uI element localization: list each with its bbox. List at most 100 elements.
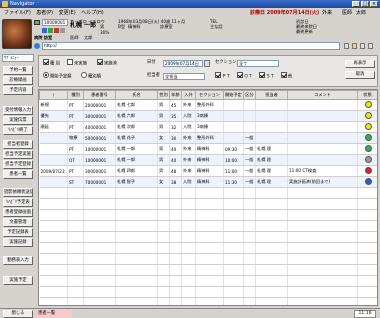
other-option[interactable]: 他 [281, 72, 292, 81]
unfinished-option[interactable]: 未実施 [67, 59, 87, 68]
pt-option[interactable]: ＰＴ [215, 72, 231, 81]
sidebar-button-record[interactable]: 診療録画 [3, 76, 33, 85]
empty-cell [357, 231, 377, 243]
sidebar-button-patient-list[interactable]: 患者一覧 [3, 170, 33, 179]
sidebar-button-schedule[interactable]: 予定内容 [3, 86, 33, 95]
st-option[interactable]: ＳＴ [259, 72, 275, 81]
col-status[interactable]: 状態 [357, 90, 377, 100]
cell-comment [287, 154, 358, 166]
sort-type-radio[interactable] [81, 72, 87, 78]
ot-option[interactable]: ＯＴ [237, 72, 253, 81]
col-name[interactable]: 氏名 [115, 90, 158, 100]
table-row[interactable]: ST 70000001 札幌 智子女 38 入院 精神科 11:30 一般 札幌 理実施計画済(… [39, 176, 377, 188]
menu-file[interactable]: ファイル(F) [4, 8, 31, 18]
sort-type-option[interactable]: 種別順 [81, 72, 101, 81]
patient-address: 主な話 [210, 24, 223, 29]
col-patient-id[interactable]: 患者番号 [83, 90, 116, 100]
sidebar-button-reception[interactable]: 受付情報入力 [3, 106, 33, 115]
pt-checkbox[interactable] [215, 72, 221, 78]
empty-cell [67, 242, 84, 254]
empty-cell [115, 187, 158, 199]
maximize-button[interactable]: □ [361, 1, 369, 7]
sidebar-button-staff-schedule[interactable]: 担当予定登録 [3, 160, 33, 169]
stop-icon[interactable] [54, 28, 59, 33]
calendar-icon[interactable] [204, 60, 210, 67]
empty-cell [357, 286, 377, 298]
col-comment[interactable]: コメント [287, 90, 358, 100]
table-row[interactable]: 順延 PT 40000001 札幌 次郎男 32 入院 3病棟 [39, 121, 377, 133]
col-sex[interactable]: 性別 [157, 90, 170, 100]
sort-scheduled-radio[interactable] [43, 72, 49, 78]
print-icon[interactable] [360, 43, 365, 49]
cell-age: 40 [169, 143, 182, 155]
ot-checkbox[interactable] [237, 72, 243, 78]
empty-cell [157, 275, 170, 287]
status-indicator-icon [364, 167, 372, 174]
sidebar-button-documents[interactable]: 文書管理 [3, 218, 33, 227]
empty-cell [255, 231, 288, 243]
date-input[interactable]: 2009年07月14日 [163, 60, 203, 67]
section-select[interactable]: 全て [237, 60, 279, 67]
col-age[interactable]: 年齢 [169, 90, 182, 100]
sidebar-button-slip[interactable]: 実施伝票 [3, 116, 33, 125]
col-flag[interactable]: ! [39, 90, 68, 100]
finished-checkbox[interactable] [97, 59, 103, 65]
sidebar-button-reservation-list[interactable]: 予約一覧 [3, 66, 33, 75]
title-bar: Navigator _ □ × [0, 0, 380, 8]
sidebar-button-shift[interactable]: 勤務表入力 [3, 256, 33, 265]
url-input[interactable]: http:// [42, 42, 340, 50]
empty-cell [243, 198, 256, 210]
table-row[interactable]: OT 10000001 札幌 一郎男 40 外来 精神科 10:00 一般 札幌 理 [39, 154, 377, 166]
home-icon[interactable] [60, 28, 65, 33]
menu-patient[interactable]: 患者(P) [36, 8, 53, 18]
menu-help[interactable]: ヘルプ(H) [81, 8, 104, 18]
unfinished-checkbox[interactable] [67, 59, 73, 65]
sidebar-button-rehab-end[interactable]: ﾘﾊﾋﾞﾘ終了 [3, 126, 33, 135]
st-checkbox[interactable] [259, 72, 265, 78]
table-row[interactable]: PT 10000001 札幌 一郎男 40 外来 精神科 09:30 一般 札幌 理 [39, 143, 377, 155]
minimize-button[interactable]: _ [352, 1, 360, 7]
col-section[interactable]: セクション [195, 90, 224, 100]
col-staff[interactable]: 担当者 [255, 90, 288, 100]
empty-cell [181, 198, 196, 210]
cell-section: 精神科 [195, 143, 224, 155]
col-inout[interactable]: 入外 [181, 90, 196, 100]
sidebar-button-plan-record[interactable]: 予定記録表 [3, 228, 33, 237]
submenu-dropdown[interactable]: ｻﾌﾞﾒﾆｭｰ [2, 54, 34, 62]
table-row[interactable]: 物療 50000001 札幌 花子女 30 外来 整形外科 一般 [39, 132, 377, 144]
cell-start: 11:30 [223, 176, 244, 188]
close-app-button[interactable]: 閉じる [3, 310, 33, 318]
cell-kubun: 一般 [243, 143, 256, 155]
sidebar-button-staff-register[interactable]: 担当者登録 [3, 140, 33, 149]
menu-edit[interactable]: 変更(E) [59, 8, 76, 18]
sidebar-button-rehab-table[interactable]: ﾘﾊﾋﾞﾘ予定表 [3, 198, 33, 207]
finished-option[interactable]: 実施済 [97, 59, 117, 68]
sidebar-button-record-log[interactable]: 実施記録 [3, 238, 33, 247]
sort-scheduled-option[interactable]: 開始予定順 [43, 72, 71, 81]
empty-cell [181, 220, 196, 232]
patient-id-field[interactable]: 10000001 [42, 19, 68, 26]
folder-icon[interactable] [352, 43, 357, 49]
settings-icon[interactable] [368, 43, 373, 49]
staff-select[interactable]: 全担当 [163, 73, 205, 80]
close-button[interactable]: × [370, 1, 378, 7]
table-row[interactable]: 2009/07/23 PT 30000001 札幌 四郎男 48 外来 精神科 11:00 一般… [39, 165, 377, 177]
other-checkbox[interactable] [281, 72, 287, 78]
cell-start [223, 110, 244, 122]
col-start[interactable]: 開始予定 [223, 90, 244, 100]
sidebar-button-staff-plan[interactable]: 担当予定実施 [3, 150, 33, 159]
empty-cell [357, 297, 377, 305]
page-icon[interactable] [344, 43, 349, 49]
col-type[interactable]: 種別 [67, 90, 84, 100]
nav-back-icon[interactable] [42, 28, 47, 33]
sidebar-button-execute[interactable]: 実施予定 [3, 276, 33, 285]
table-row[interactable]: 優先 PT 30000001 札幌 六郎男 35 入院 3病棟 [39, 110, 377, 122]
table-row[interactable]: 新規 PT 20000001 札幌 七郎男 45 外来 整形外科 [39, 99, 377, 111]
refresh-button[interactable]: 再表示 [345, 60, 375, 68]
cancel-button[interactable]: 取消 [345, 71, 375, 79]
sidebar-button-reading[interactable]: 読影依頼状送信 [3, 188, 33, 197]
col-kubun[interactable]: 区分 [243, 90, 256, 100]
group-checkbox[interactable] [43, 59, 49, 65]
nav-forward-icon[interactable] [48, 28, 53, 33]
sidebar-button-patient-register[interactable]: 患者登録画面 [3, 208, 33, 217]
